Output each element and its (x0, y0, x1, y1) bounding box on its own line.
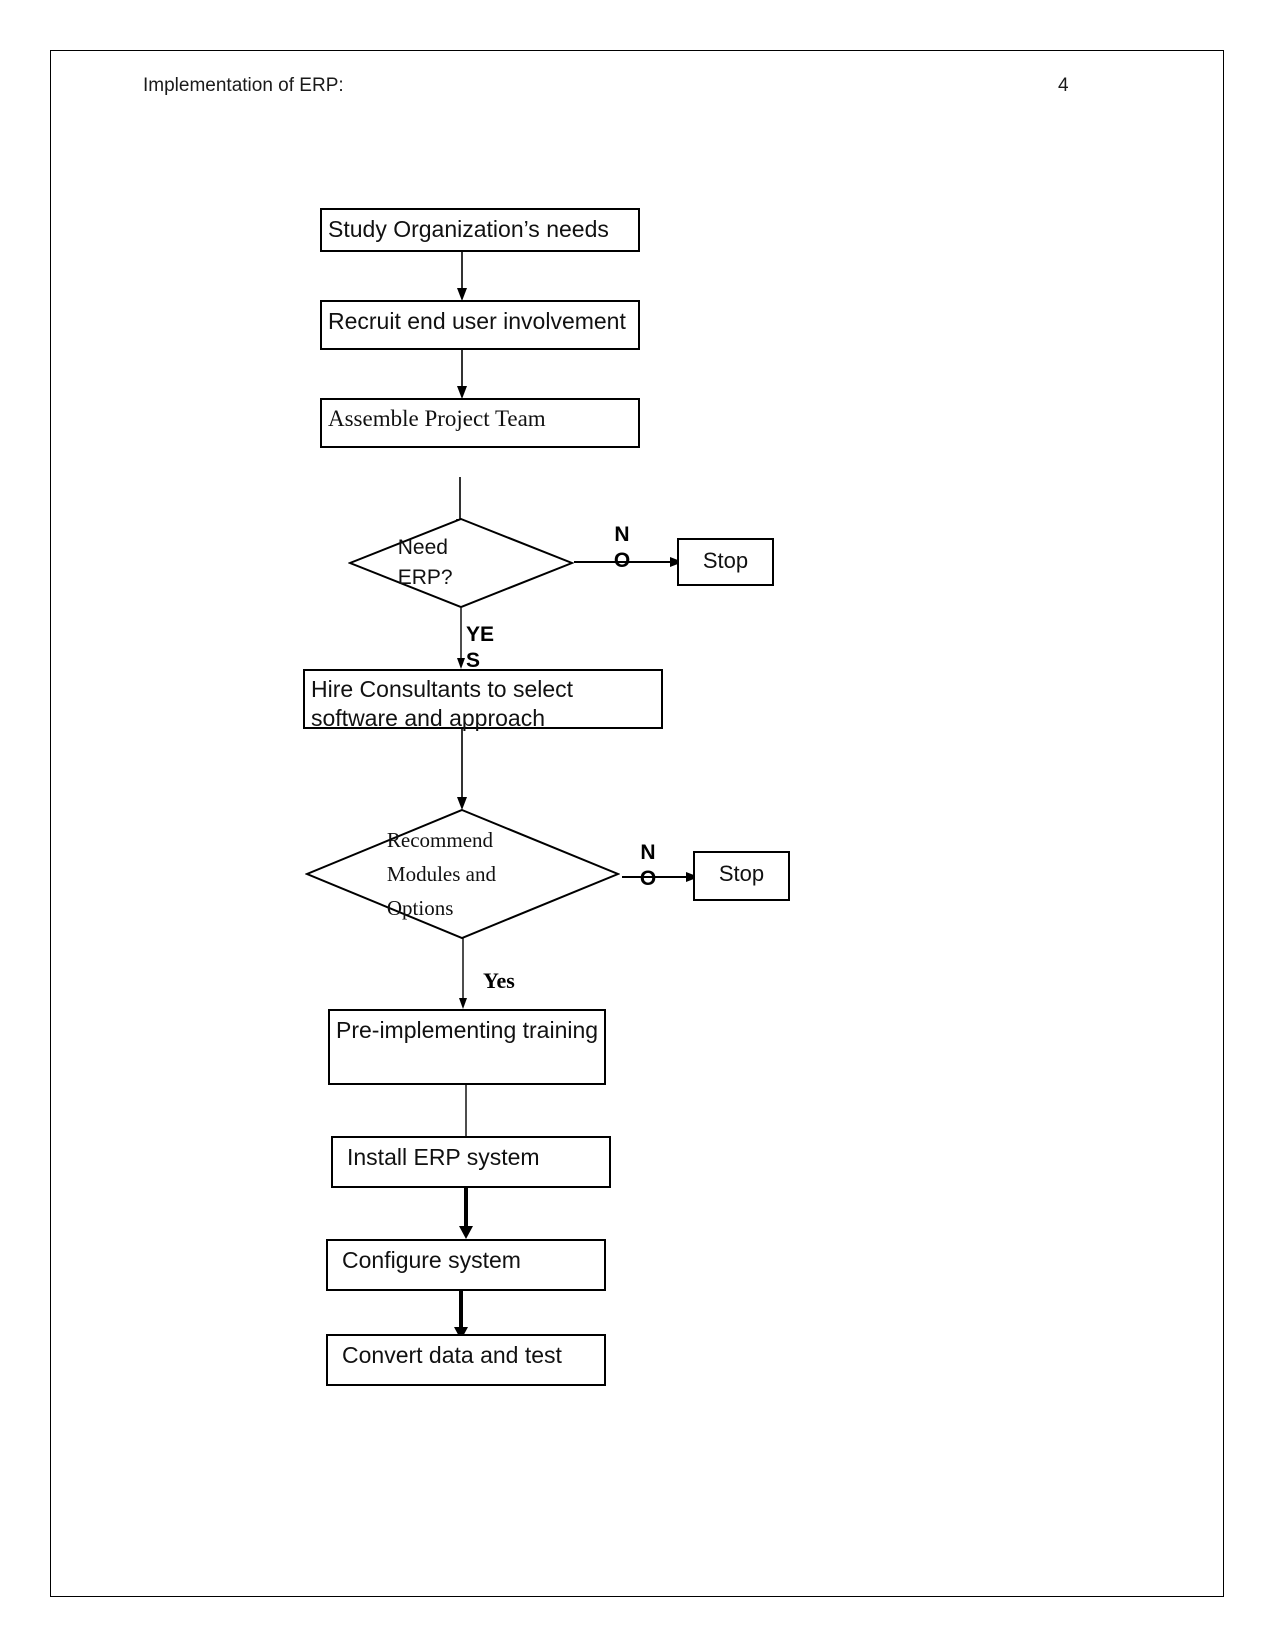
flow-node-label: Assemble Project Team (328, 406, 546, 431)
page-number: 4 (1058, 75, 1069, 96)
connector-recommend-no-to-stop (622, 870, 700, 884)
flow-node-configure-system[interactable]: Configure system (326, 1239, 606, 1291)
flow-node-study-organization-needs[interactable]: Study Organization’s needs (320, 208, 640, 252)
connector-study-to-recruit (455, 252, 469, 302)
flow-node-hire-consultants[interactable]: Hire Consultants to select software and … (303, 669, 663, 731)
connector-hire-to-recommend (455, 729, 469, 811)
flow-node-label: Stop (702, 548, 749, 573)
flow-node-label: Configure system (342, 1247, 521, 1273)
flow-node-label: Convert data and test (342, 1342, 562, 1368)
page-border-frame (50, 50, 1224, 1597)
flow-node-label: Install ERP system (347, 1144, 540, 1170)
edge-label-recommend-yes: Yes (483, 968, 515, 993)
flow-decision-label: Need ERP? (397, 536, 453, 589)
flow-terminator-stop-1[interactable]: Stop (677, 538, 774, 586)
flow-node-label: Hire Consultants to select software and … (311, 676, 574, 731)
flow-node-label: Pre-implementing training (336, 1017, 599, 1043)
flow-decision-recommend-modules-options[interactable]: Recommend Modules and Options (305, 808, 620, 940)
flow-node-convert-data-and-test[interactable]: Convert data and test (326, 1334, 606, 1386)
flow-terminator-stop-2[interactable]: Stop (693, 851, 790, 901)
edge-label-need-erp-no: N O (613, 523, 631, 572)
edge-label-recommend-no: N O (639, 841, 657, 890)
connector-recommend-yes-to-pretraining (456, 938, 470, 1010)
flow-node-label: Stop (718, 861, 765, 886)
flow-node-label: Recruit end user involvement (328, 308, 626, 334)
document-header-title: Implementation of ERP: (143, 75, 344, 96)
flow-node-pre-implementing-training[interactable]: Pre-implementing training (328, 1009, 606, 1085)
flow-node-assemble-project-team[interactable]: Assemble Project Team (320, 398, 640, 448)
edge-label-need-erp-yes: YE S (466, 623, 495, 672)
document-page: Implementation of ERP: 4 Study Organizat… (0, 0, 1275, 1650)
flow-node-install-erp-system[interactable]: Install ERP system (331, 1136, 611, 1188)
flow-node-label: Study Organization’s needs (328, 216, 609, 242)
flow-decision-need-erp[interactable]: Need ERP? (348, 517, 574, 609)
connector-install-to-configure (457, 1188, 475, 1240)
flow-node-recruit-end-user-involvement[interactable]: Recruit end user involvement (320, 300, 640, 350)
flow-decision-label: Recommend Modules and Options (386, 828, 496, 920)
connector-recruit-to-assemble (455, 350, 469, 400)
